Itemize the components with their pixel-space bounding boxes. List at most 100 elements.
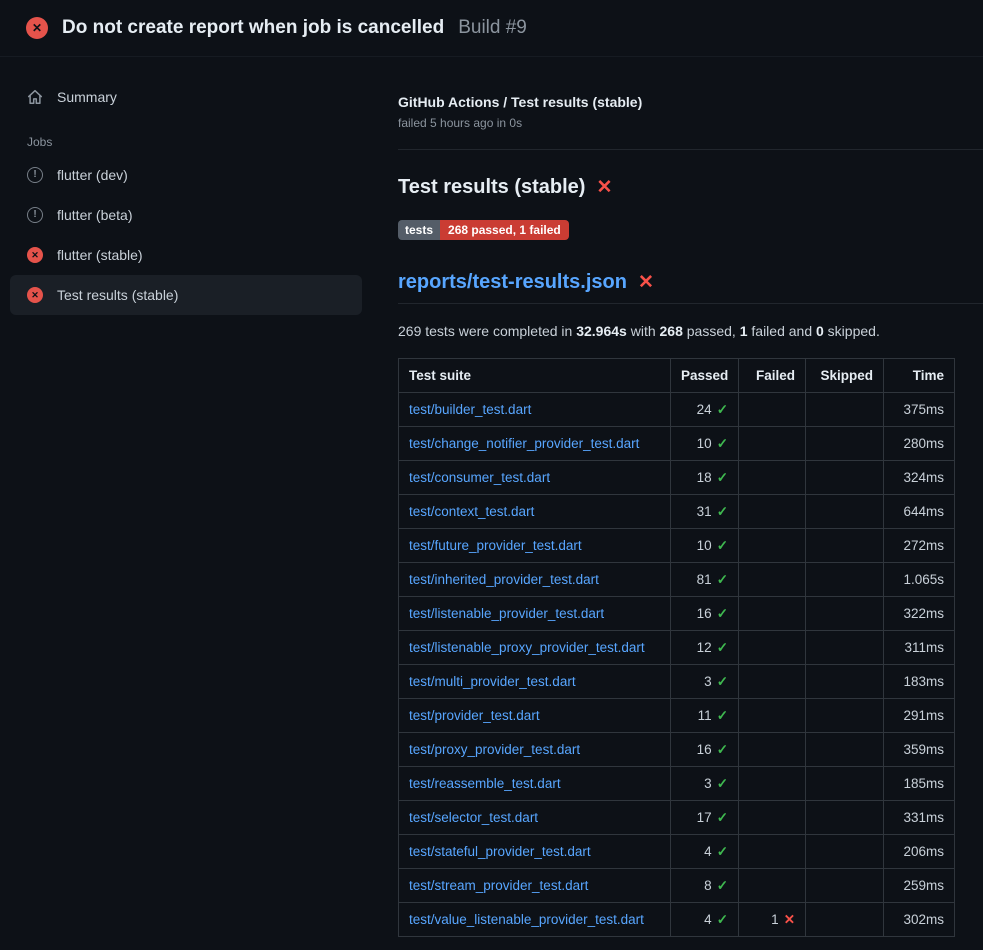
- job-list: ! flutter (dev) ! flutter (beta) ✕ flutt…: [10, 155, 362, 315]
- suite-link[interactable]: test/builder_test.dart: [409, 402, 531, 417]
- report-title: reports/test-results.json ✕: [398, 270, 983, 304]
- passed-cell: 16✓: [671, 733, 739, 767]
- suite-link[interactable]: test/multi_provider_test.dart: [409, 674, 576, 689]
- sidebar-job-item[interactable]: ✕ flutter (stable): [10, 235, 362, 275]
- time-cell: 644ms: [884, 495, 955, 529]
- summary-duration: 32.964s: [576, 323, 627, 339]
- check-icon: ✓: [717, 640, 728, 655]
- passed-count: 16: [697, 606, 712, 621]
- passed-cell: 10✓: [671, 529, 739, 563]
- x-icon: ✕: [784, 912, 795, 927]
- suite-link[interactable]: test/value_listenable_provider_test.dart: [409, 912, 644, 927]
- skipped-cell: [806, 665, 884, 699]
- col-header-skipped: Skipped: [806, 359, 884, 393]
- failed-count: 1: [771, 912, 779, 927]
- passed-count: 17: [697, 810, 712, 825]
- skipped-cell: [806, 767, 884, 801]
- failed-cell: [739, 835, 806, 869]
- job-label: flutter (beta): [57, 207, 132, 223]
- table-row: test/stateful_provider_test.dart 4✓ 206m…: [399, 835, 955, 869]
- passed-cell: 3✓: [671, 767, 739, 801]
- check-icon: ✓: [717, 436, 728, 451]
- suite-link[interactable]: test/proxy_provider_test.dart: [409, 742, 580, 757]
- passed-cell: 12 ✓: [671, 631, 739, 665]
- failed-cell: [739, 733, 806, 767]
- skipped-cell: [806, 495, 884, 529]
- passed-count: 81: [697, 572, 712, 587]
- passed-cell: 24✓: [671, 393, 739, 427]
- summary-suffix: skipped.: [824, 323, 880, 339]
- suite-link[interactable]: test/consumer_test.dart: [409, 470, 550, 485]
- skipped-cell: [806, 563, 884, 597]
- summary-failed: 1: [740, 323, 748, 339]
- skipped-cell: [806, 529, 884, 563]
- sidebar-item-summary[interactable]: Summary: [10, 77, 362, 117]
- job-status-icon: ✕: [27, 247, 43, 263]
- page-content: Summary Jobs ! flutter (dev) ! flutter (…: [0, 57, 983, 937]
- time-cell: 324ms: [884, 461, 955, 495]
- failed-cell: [739, 427, 806, 461]
- suite-link[interactable]: test/reassemble_test.dart: [409, 776, 561, 791]
- suite-link[interactable]: test/stateful_provider_test.dart: [409, 844, 591, 859]
- section-title-text: Test results (stable): [398, 174, 585, 200]
- passed-cell: 81 ✓: [671, 563, 739, 597]
- build-failed-icon: ✕: [26, 17, 48, 39]
- failed-cell: 1✕: [739, 903, 806, 937]
- suite-link[interactable]: test/selector_test.dart: [409, 810, 538, 825]
- passed-cell: 11✓: [671, 699, 739, 733]
- suite-link[interactable]: test/future_provider_test.dart: [409, 538, 582, 553]
- header-divider: [398, 149, 983, 150]
- suite-link[interactable]: test/inherited_provider_test.dart: [409, 572, 599, 587]
- suite-link[interactable]: test/provider_test.dart: [409, 708, 540, 723]
- section-title: Test results (stable) ✕: [398, 174, 951, 200]
- report-link[interactable]: reports/test-results.json: [398, 270, 627, 294]
- passed-count: 31: [697, 504, 712, 519]
- job-status-icon: !: [27, 167, 43, 183]
- sidebar-job-item[interactable]: ! flutter (dev): [10, 155, 362, 195]
- suite-link[interactable]: test/context_test.dart: [409, 504, 534, 519]
- suite-link[interactable]: test/listenable_provider_test.dart: [409, 606, 604, 621]
- badge-value: 268 passed, 1 failed: [440, 220, 569, 240]
- time-cell: 322ms: [884, 597, 955, 631]
- failed-cell: [739, 767, 806, 801]
- check-icon: ✓: [717, 674, 728, 689]
- table-row: test/value_listenable_provider_test.dart…: [399, 903, 955, 937]
- skipped-cell: [806, 801, 884, 835]
- job-label: flutter (stable): [57, 247, 143, 263]
- suite-link[interactable]: test/change_notifier_provider_test.dart: [409, 436, 639, 451]
- suite-link[interactable]: test/listenable_proxy_provider_test.dart: [409, 640, 645, 655]
- check-icon: ✓: [717, 572, 728, 587]
- failed-cell: [739, 699, 806, 733]
- time-cell: 359ms: [884, 733, 955, 767]
- skipped-cell: [806, 631, 884, 665]
- summary-skipped: 0: [816, 323, 824, 339]
- col-header-failed: Failed: [739, 359, 806, 393]
- table-row: test/listenable_proxy_provider_test.dart…: [399, 631, 955, 665]
- failed-cell: [739, 529, 806, 563]
- time-cell: 311ms: [884, 631, 955, 665]
- check-icon: ✓: [717, 538, 728, 553]
- table-row: test/selector_test.dart 17✓ 331ms: [399, 801, 955, 835]
- skipped-cell: [806, 733, 884, 767]
- time-cell: 206ms: [884, 835, 955, 869]
- failed-cell: [739, 495, 806, 529]
- build-title: Do not create report when job is cancell…: [62, 17, 444, 39]
- jobs-section-label: Jobs: [27, 135, 362, 149]
- passed-cell: 18✓: [671, 461, 739, 495]
- passed-cell: 4✓: [671, 903, 739, 937]
- table-row: test/multi_provider_test.dart 3✓ 183ms: [399, 665, 955, 699]
- suite-link[interactable]: test/stream_provider_test.dart: [409, 878, 588, 893]
- failed-cell: [739, 665, 806, 699]
- time-cell: 280ms: [884, 427, 955, 461]
- check-icon: ✓: [717, 504, 728, 519]
- failed-cell: [739, 393, 806, 427]
- skipped-cell: [806, 835, 884, 869]
- summary-passed: 268: [660, 323, 683, 339]
- table-row: test/provider_test.dart 11✓ 291ms: [399, 699, 955, 733]
- failed-cell: [739, 631, 806, 665]
- results-table-body: test/builder_test.dart 24✓ 375ms test/ch…: [399, 393, 955, 937]
- sidebar-job-item[interactable]: ✕ Test results (stable): [10, 275, 362, 315]
- sidebar-job-item[interactable]: ! flutter (beta): [10, 195, 362, 235]
- failed-cell: [739, 461, 806, 495]
- passed-count: 12: [697, 640, 712, 655]
